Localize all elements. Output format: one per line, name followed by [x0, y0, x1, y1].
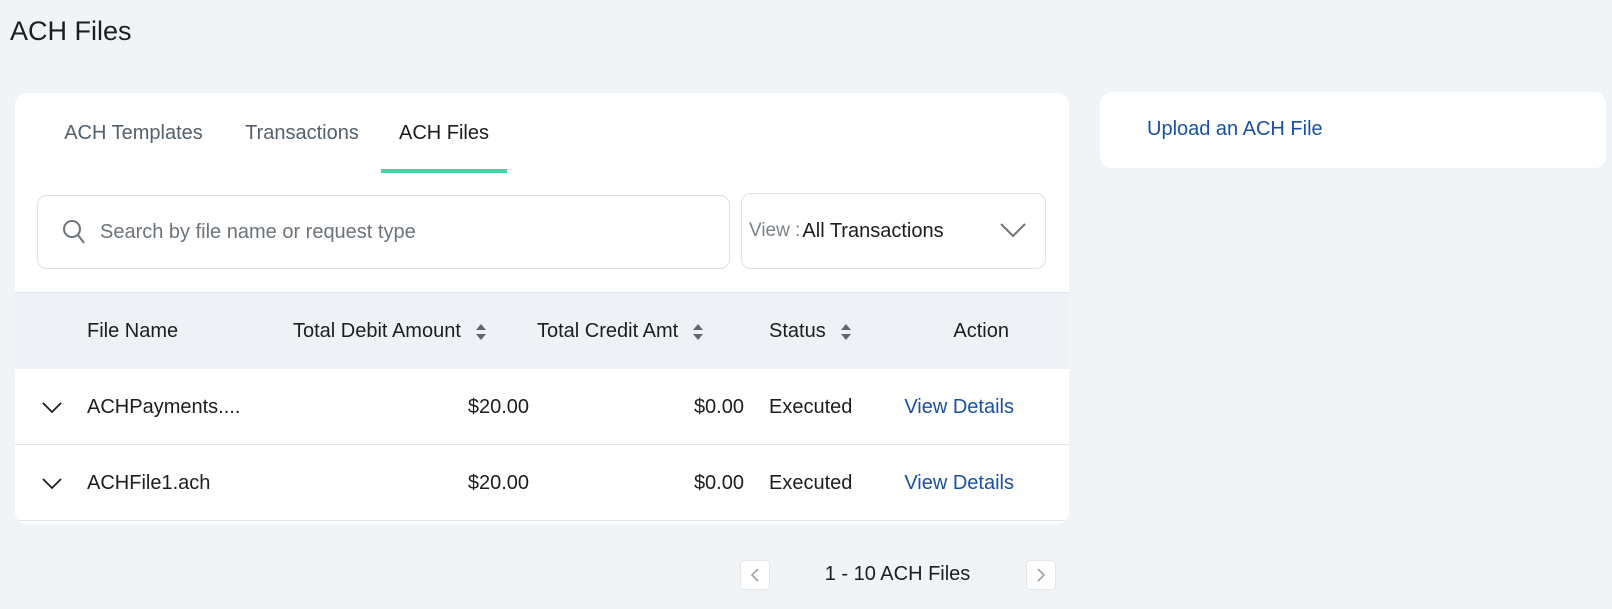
- pagination-prev-button[interactable]: [740, 560, 770, 590]
- pagination-next-button[interactable]: [1026, 560, 1056, 590]
- search-box[interactable]: [37, 195, 730, 269]
- search-icon: [63, 220, 85, 244]
- column-header-action: Action: [953, 320, 1009, 342]
- column-header-total-debit[interactable]: Total Debit Amount: [293, 293, 487, 370]
- cell-status: Executed: [769, 471, 853, 494]
- row-expand-toggle[interactable]: [41, 445, 63, 521]
- row-expand-toggle[interactable]: [41, 369, 63, 445]
- cell-total-credit: $0.00: [693, 395, 744, 418]
- sort-icon[interactable]: [475, 323, 487, 341]
- expand-chevron-icon[interactable]: [41, 400, 63, 414]
- view-filter-dropdown[interactable]: View : All Transactions: [741, 193, 1046, 269]
- cell-file-name: ACHPayments....: [87, 395, 241, 418]
- table-header: File Name Total Debit Amount Total Credi…: [15, 292, 1069, 369]
- column-header-status[interactable]: Status: [769, 293, 852, 370]
- view-filter-label: View :: [749, 220, 801, 241]
- cell-file-name: ACHFile1.ach: [87, 471, 211, 494]
- upload-ach-file-link[interactable]: Upload an ACH File: [1147, 118, 1323, 141]
- table-row: ACHPayments.... $20.00 $0.00 Executed Vi…: [15, 369, 1069, 445]
- view-filter-value: All Transactions: [802, 219, 944, 242]
- cell-total-debit: $20.00: [467, 395, 529, 418]
- sort-icon[interactable]: [692, 323, 704, 341]
- tab-transactions[interactable]: Transactions: [243, 93, 361, 173]
- cell-total-credit: $0.00: [693, 471, 744, 494]
- expand-chevron-icon[interactable]: [41, 476, 63, 490]
- tab-ach-templates[interactable]: ACH Templates: [64, 93, 203, 173]
- view-details-link[interactable]: View Details: [895, 445, 1014, 521]
- pagination-status: 1 - 10 ACH Files: [824, 563, 971, 585]
- cell-status: Executed: [769, 395, 853, 418]
- chevron-down-icon: [1000, 223, 1026, 238]
- column-header-file-name: File Name: [87, 320, 179, 342]
- search-input[interactable]: [100, 220, 660, 244]
- sort-icon[interactable]: [840, 323, 852, 341]
- page-title: ACH Files: [10, 16, 132, 46]
- chevron-right-icon: [1037, 568, 1046, 582]
- cell-total-debit: $20.00: [467, 471, 529, 494]
- tab-bar: ACH Templates Transactions ACH Files: [15, 93, 1069, 173]
- chevron-left-icon: [750, 568, 759, 582]
- table-row: ACHFile1.ach $20.00 $0.00 Executed View …: [15, 445, 1069, 521]
- upload-card: Upload an ACH File: [1100, 92, 1606, 168]
- view-details-link[interactable]: View Details: [895, 369, 1014, 445]
- column-header-total-credit[interactable]: Total Credit Amt: [537, 293, 704, 370]
- ach-files-panel: ACH Templates Transactions ACH Files Vie…: [15, 93, 1069, 524]
- tab-ach-files[interactable]: ACH Files: [381, 93, 507, 173]
